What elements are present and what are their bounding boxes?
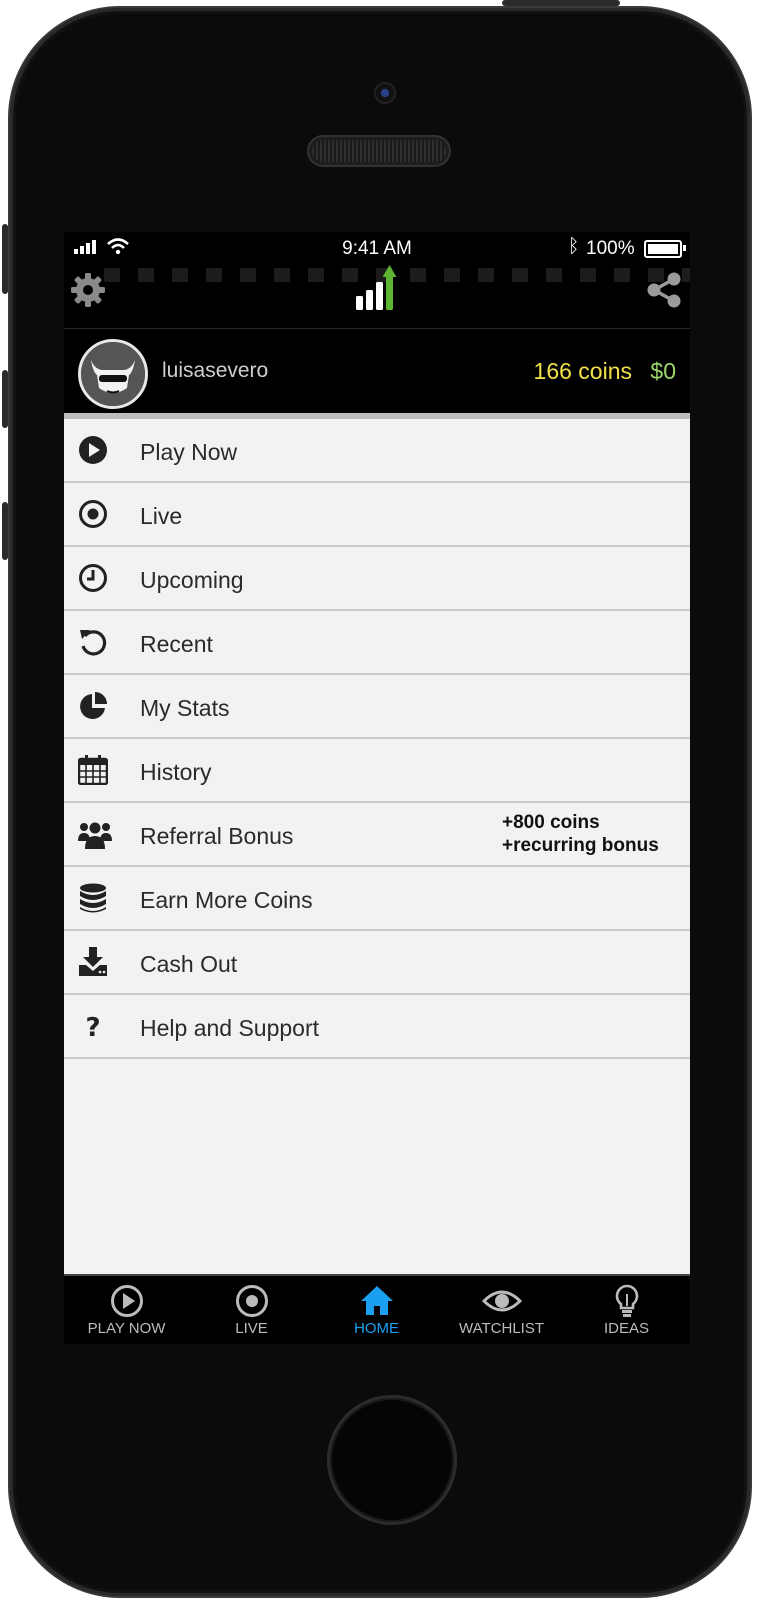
tab-bar: PLAY NOW LIVE HOME WATCHLIST IDEAS [64, 1274, 690, 1344]
power-button [502, 0, 620, 6]
tab-label: HOME [354, 1320, 399, 1337]
coin-balance: 166 coins [533, 358, 632, 384]
front-camera [376, 84, 394, 102]
download-icon [79, 947, 107, 976]
tab-watchlist[interactable]: WATCHLIST [439, 1284, 564, 1337]
tab-label: IDEAS [603, 1320, 649, 1337]
menu-item-live[interactable]: Live [64, 483, 690, 547]
tab-ideas[interactable]: IDEAS [564, 1284, 689, 1337]
menu-item-label: Upcoming [140, 567, 244, 593]
play-circle-icon [79, 436, 107, 464]
question-icon: ? [85, 1013, 100, 1041]
menu-item-help-and-support[interactable]: ? Help and Support [64, 995, 690, 1059]
home-button[interactable] [330, 1398, 454, 1522]
top-bar [64, 262, 690, 328]
gear-icon[interactable] [70, 272, 106, 308]
bull-avatar-icon [81, 342, 145, 406]
referral-bonus-recurring: +recurring bonus [502, 835, 659, 856]
username: luisasevero [162, 359, 269, 382]
tab-label: WATCHLIST [459, 1320, 544, 1337]
menu-item-referral-bonus[interactable]: Referral Bonus +800 coins +recurring bon… [64, 803, 690, 867]
referral-bonus-coins: +800 coins [502, 812, 600, 833]
volume-up-button [2, 370, 8, 428]
tab-home[interactable]: HOME [314, 1284, 439, 1337]
menu-item-label: Cash Out [140, 951, 238, 977]
menu-item-cash-out[interactable]: Cash Out [64, 931, 690, 995]
menu-item-label: Help and Support [140, 1015, 320, 1041]
tab-label: PLAY NOW [87, 1320, 166, 1337]
menu-item-label: Recent [140, 631, 213, 657]
menu-item-label: My Stats [140, 695, 230, 721]
bluetooth-icon: ᛒ [568, 236, 580, 257]
menu-item-label: History [140, 759, 212, 785]
referral-bonus-note: +800 coins +recurring bonus [502, 811, 659, 857]
clock-icon [79, 564, 107, 592]
tab-live[interactable]: LIVE [189, 1284, 314, 1337]
calendar-icon [78, 755, 108, 785]
menu-item-history[interactable]: History [64, 739, 690, 803]
cash-balance: $0 [650, 358, 676, 384]
eye-icon [481, 1290, 522, 1312]
menu-item-earn-more-coins[interactable]: Earn More Coins [64, 867, 690, 931]
menu-item-label: Earn More Coins [140, 887, 313, 913]
home-icon [360, 1286, 393, 1315]
profile-header: luisasevero 166 coins $0 [64, 329, 690, 413]
app-screen: 9:41 AM ᛒ 100% luisasevero 166 coins $0 … [64, 232, 690, 1344]
lightbulb-icon [615, 1284, 638, 1317]
menu-item-label: Referral Bonus [140, 823, 294, 849]
svg-text:?: ? [85, 1013, 100, 1041]
coin-stack-icon [80, 883, 106, 913]
earpiece-speaker [312, 140, 446, 162]
battery-icon [644, 240, 686, 258]
main-menu: Play Now Live Upcoming Recent My Stats H… [64, 419, 690, 1274]
history-undo-icon [80, 630, 107, 656]
volume-down-button [2, 502, 8, 560]
menu-item-label: Play Now [140, 439, 238, 465]
mute-switch [2, 224, 8, 294]
menu-item-recent[interactable]: Recent [64, 611, 690, 675]
play-circle-icon [110, 1285, 143, 1317]
live-target-icon [235, 1285, 268, 1317]
tab-label: LIVE [235, 1320, 268, 1337]
users-icon [78, 822, 112, 849]
tab-play-now[interactable]: PLAY NOW [64, 1284, 189, 1337]
pie-chart-icon [80, 692, 107, 719]
app-logo-icon [356, 265, 397, 310]
share-icon[interactable] [646, 272, 682, 308]
menu-item-my-stats[interactable]: My Stats [64, 675, 690, 739]
live-target-icon [79, 500, 107, 528]
menu-item-upcoming[interactable]: Upcoming [64, 547, 690, 611]
battery-percent: 100% [586, 238, 635, 259]
status-bar: 9:41 AM ᛒ 100% [64, 232, 690, 262]
menu-item-play-now[interactable]: Play Now [64, 419, 690, 483]
menu-item-label: Live [140, 503, 183, 529]
avatar[interactable] [78, 339, 148, 409]
